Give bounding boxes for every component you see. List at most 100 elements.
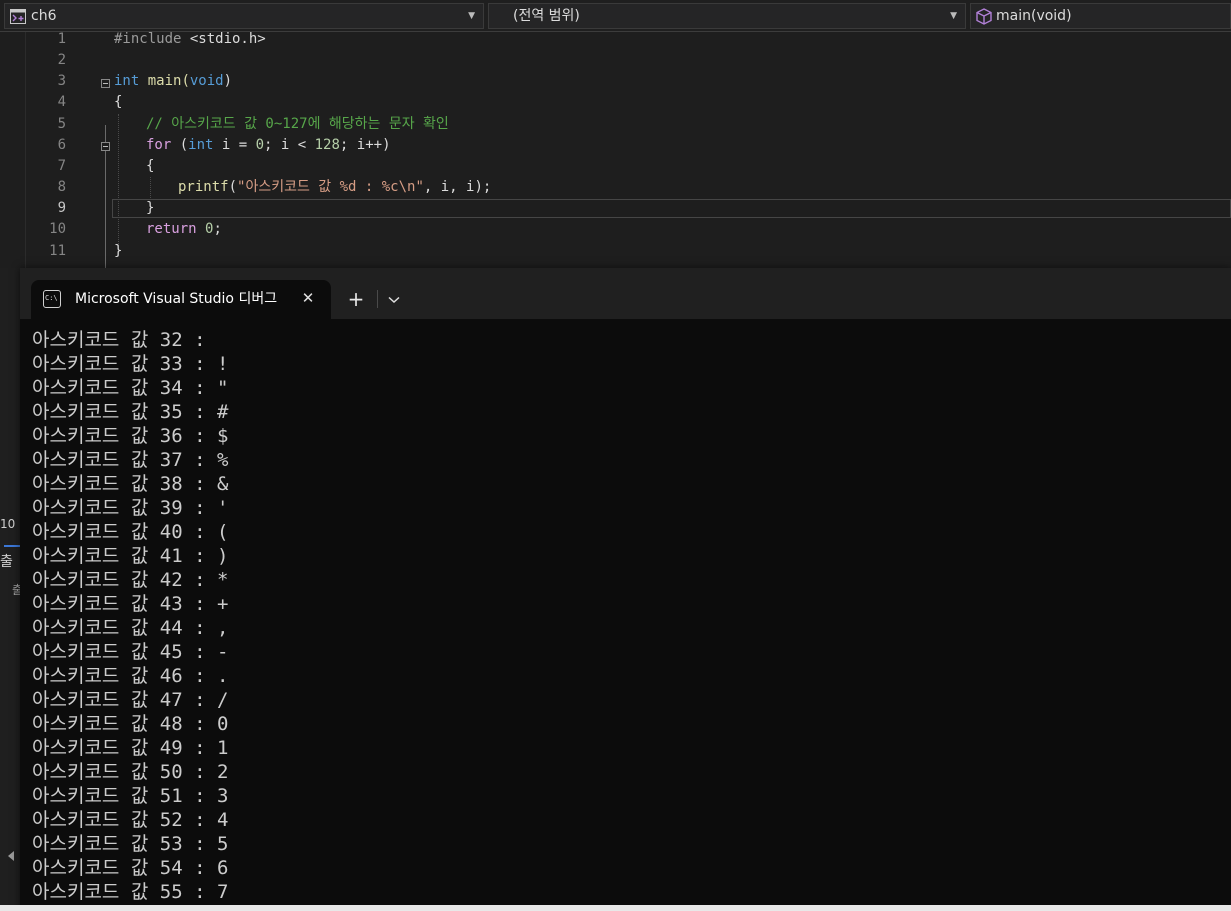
- output-line: 아스키코드 값 49 : 1: [32, 737, 229, 759]
- code-line-11[interactable]: }: [114, 241, 122, 262]
- indent-guide: [118, 114, 119, 246]
- scroll-left-icon[interactable]: [8, 851, 14, 861]
- chevron-down-icon: [388, 296, 400, 304]
- line-number: 4: [57, 94, 66, 110]
- number-literal: 128: [314, 137, 340, 153]
- code-token: (: [228, 179, 238, 195]
- output-line: 아스키코드 값 39 : ': [32, 497, 229, 519]
- function-printf: printf: [178, 179, 229, 195]
- code-editor[interactable]: 1 2 3 4 5 6 7 8 9 10 11 #include <stdio.…: [0, 29, 1231, 292]
- include-header: <stdio.h>: [189, 31, 266, 47]
- collapse-icon[interactable]: [101, 79, 110, 88]
- chevron-down-icon: ▼: [468, 11, 475, 21]
- output-line: 아스키코드 값 53 : 5: [32, 833, 229, 855]
- code-token: (: [171, 137, 189, 153]
- code-token: i =: [213, 137, 256, 153]
- terminal-output[interactable]: 아스키코드 값 32 : 아스키코드 값 33 : ! 아스키코드 값 34 :…: [20, 319, 1231, 911]
- current-line-highlight: [112, 199, 1231, 218]
- include-directive: #include: [114, 31, 190, 47]
- collapse-icon[interactable]: [101, 142, 110, 151]
- output-line: 아스키코드 값 50 : 2: [32, 761, 229, 783]
- project-name: ch6: [31, 8, 57, 24]
- code-line-5-comment[interactable]: // 아스키코드 값 0~127에 해당하는 문자 확인: [146, 114, 449, 135]
- keyword-return: return: [146, 221, 197, 237]
- line-number: 10: [49, 221, 66, 237]
- line-number-active: 9: [57, 200, 66, 216]
- output-panel-label: 출: [12, 583, 20, 597]
- output-line: 아스키코드 값 32 :: [32, 329, 229, 351]
- paren: ): [223, 73, 233, 89]
- status-remnant: 10: [0, 517, 20, 535]
- output-line: 아스키코드 값 52 : 4: [32, 809, 229, 831]
- output-line: 아스키코드 값 36 : $: [32, 425, 229, 447]
- code-line-6[interactable]: for (int i = 0; i < 128; i++): [146, 135, 391, 156]
- code-line-7[interactable]: {: [146, 156, 154, 177]
- output-line: 아스키코드 값 45 : -: [32, 641, 229, 663]
- output-line: 아스키코드 값 51 : 3: [32, 785, 229, 807]
- terminal-window[interactable]: C:\ Microsoft Visual Studio 디버그 ✕ + 아스키코…: [20, 268, 1231, 911]
- line-number: 6: [57, 137, 66, 153]
- project-icon: [10, 9, 26, 24]
- output-line: 아스키코드 값 34 : ": [32, 377, 229, 399]
- line-number: 11: [49, 243, 66, 259]
- string-literal: "아스키코드 값 %d : %c\n": [237, 179, 424, 195]
- output-line: 아스키코드 값 42 : *: [32, 569, 229, 591]
- output-line: 아스키코드 값 40 : (: [32, 521, 229, 543]
- output-line: 아스키코드 값 43 : +: [32, 593, 229, 615]
- line-number: 1: [57, 31, 66, 47]
- output-line: 아스키코드 값 48 : 0: [32, 713, 229, 735]
- terminal-titlebar: C:\ Microsoft Visual Studio 디버그 ✕ +: [20, 268, 1231, 319]
- taskbar-edge: [0, 905, 1231, 911]
- editor-left-margin: [0, 32, 26, 268]
- line-number: 8: [57, 179, 66, 195]
- code-token: ; i <: [264, 137, 315, 153]
- member-label: main(void): [996, 8, 1072, 24]
- output-line: 아스키코드 값 37 : %: [32, 449, 229, 471]
- code-line-3[interactable]: int main(void): [114, 71, 232, 92]
- panel-tab-indicator: [4, 545, 20, 547]
- number-literal: 0: [255, 137, 265, 153]
- output-line: 아스키코드 값 44 : ,: [32, 617, 229, 639]
- navigation-bar: ch6 ▼ (전역 범위) ▼ main(void): [0, 0, 1231, 32]
- scope-dropdown[interactable]: (전역 범위) ▼: [488, 3, 966, 29]
- keyword-int: int: [188, 137, 214, 153]
- line-number: 2: [57, 52, 66, 68]
- cube-method-icon: [976, 8, 992, 25]
- terminal-tab[interactable]: C:\ Microsoft Visual Studio 디버그 ✕: [31, 280, 331, 319]
- scope-label: (전역 범위): [513, 8, 580, 24]
- output-line: 아스키코드 값 55 : 7: [32, 881, 229, 903]
- chevron-down-icon: ▼: [950, 11, 957, 21]
- line-number: 5: [57, 116, 66, 132]
- keyword-for: for: [146, 137, 172, 153]
- line-number: 3: [57, 73, 66, 89]
- close-icon[interactable]: ✕: [296, 286, 320, 310]
- code-line-4[interactable]: {: [114, 92, 122, 113]
- console-icon-text: C:\: [45, 294, 58, 302]
- output-line: 아스키코드 값 54 : 6: [32, 857, 229, 879]
- new-tab-button[interactable]: +: [342, 285, 370, 313]
- member-dropdown[interactable]: main(void): [970, 3, 1231, 29]
- output-line: 아스키코드 값 41 : ): [32, 545, 229, 567]
- terminal-tab-title: Microsoft Visual Studio 디버그: [75, 291, 278, 307]
- code-line-10[interactable]: return 0;: [146, 219, 222, 240]
- code-token: ; i++): [339, 137, 391, 153]
- line-number: 7: [57, 158, 66, 174]
- output-line: 아스키코드 값 35 : #: [32, 401, 229, 423]
- function-main: main(: [139, 73, 190, 89]
- code-line-1[interactable]: #include <stdio.h>: [114, 29, 266, 50]
- code-line-8[interactable]: printf("아스키코드 값 %d : %c\n", i, i);: [178, 177, 491, 198]
- output-line: 아스키코드 값 38 : &: [32, 473, 229, 495]
- code-line-9[interactable]: }: [146, 198, 154, 219]
- output-line: 아스키코드 값 47 : /: [32, 689, 229, 711]
- output-line: 아스키코드 값 33 : !: [32, 353, 229, 375]
- output-line: 아스키코드 값 46 : .: [32, 665, 229, 687]
- tab-dropdown-button[interactable]: [382, 285, 406, 313]
- code-token: , i, i);: [423, 179, 492, 195]
- keyword-int: int: [114, 73, 140, 89]
- output-panel-tab[interactable]: 출: [0, 551, 20, 569]
- indent-guide: [150, 177, 151, 198]
- project-dropdown[interactable]: ch6 ▼: [4, 3, 484, 29]
- titlebar-divider: [377, 290, 378, 308]
- code-token: ;: [213, 221, 222, 237]
